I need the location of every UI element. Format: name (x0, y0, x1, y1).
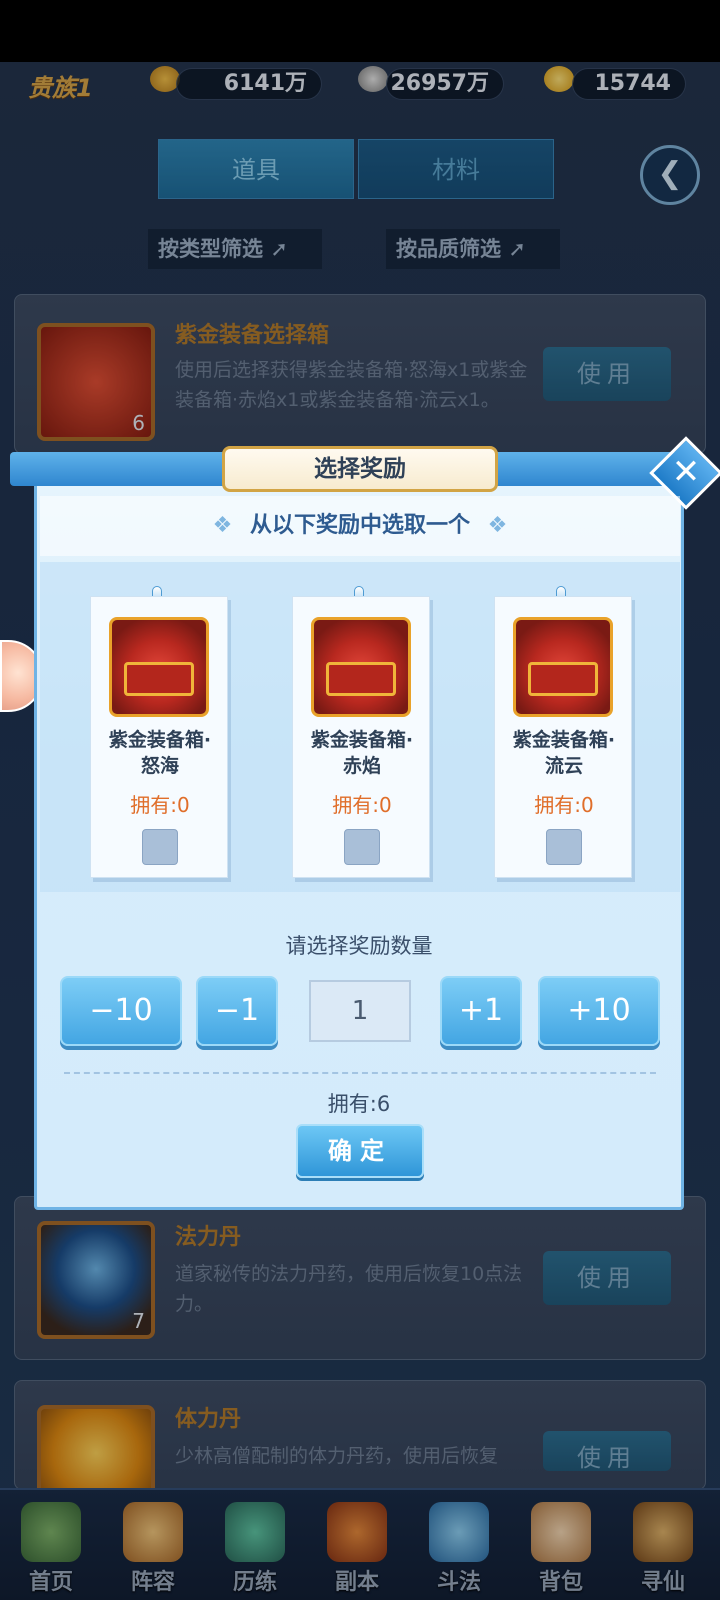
confirm-button[interactable]: 确定 (296, 1124, 424, 1178)
reward-name: 紫金装备箱· 怒海 (108, 729, 212, 777)
diamond-icon: ❖ (212, 513, 233, 538)
reward-checkbox[interactable] (142, 829, 178, 865)
divider (64, 1072, 656, 1074)
reward-option-card[interactable]: 紫金装备箱· 流云 拥有:0 (494, 596, 632, 878)
chest-icon (311, 617, 411, 717)
reward-option-card[interactable]: 紫金装备箱· 赤焰 拥有:0 (292, 596, 430, 878)
reward-checkbox[interactable] (546, 829, 582, 865)
quantity-label: 请选择奖励数量 (285, 934, 433, 958)
reward-option-card[interactable]: 紫金装备箱· 怒海 拥有:0 (90, 596, 228, 878)
reward-name: 紫金装备箱· 赤焰 (310, 729, 414, 777)
reward-name: 紫金装备箱· 流云 (512, 729, 616, 777)
dialog-subtitle-text: 从以下奖励中选取一个 (249, 513, 470, 538)
reward-owned-count: 拥有:0 (332, 793, 392, 817)
owned-total: 拥有:6 (327, 1092, 391, 1116)
chest-icon (513, 617, 613, 717)
reward-owned-count: 拥有:0 (534, 793, 594, 817)
plus-1-button[interactable]: +1 (440, 976, 522, 1046)
reward-owned-count: 拥有:0 (130, 793, 190, 817)
close-icon: ✕ (671, 452, 701, 492)
diamond-icon: ❖ (487, 513, 508, 538)
reward-checkbox[interactable] (344, 829, 380, 865)
dialog-subtitle: ❖ 从以下奖励中选取一个 ❖ (40, 496, 680, 556)
minus-10-button[interactable]: −10 (60, 976, 182, 1046)
chest-icon (109, 617, 209, 717)
plus-10-button[interactable]: +10 (538, 976, 660, 1046)
dialog-title: 选择奖励 (222, 446, 498, 492)
quantity-input[interactable]: 1 (309, 980, 411, 1042)
minus-1-button[interactable]: −1 (196, 976, 278, 1046)
